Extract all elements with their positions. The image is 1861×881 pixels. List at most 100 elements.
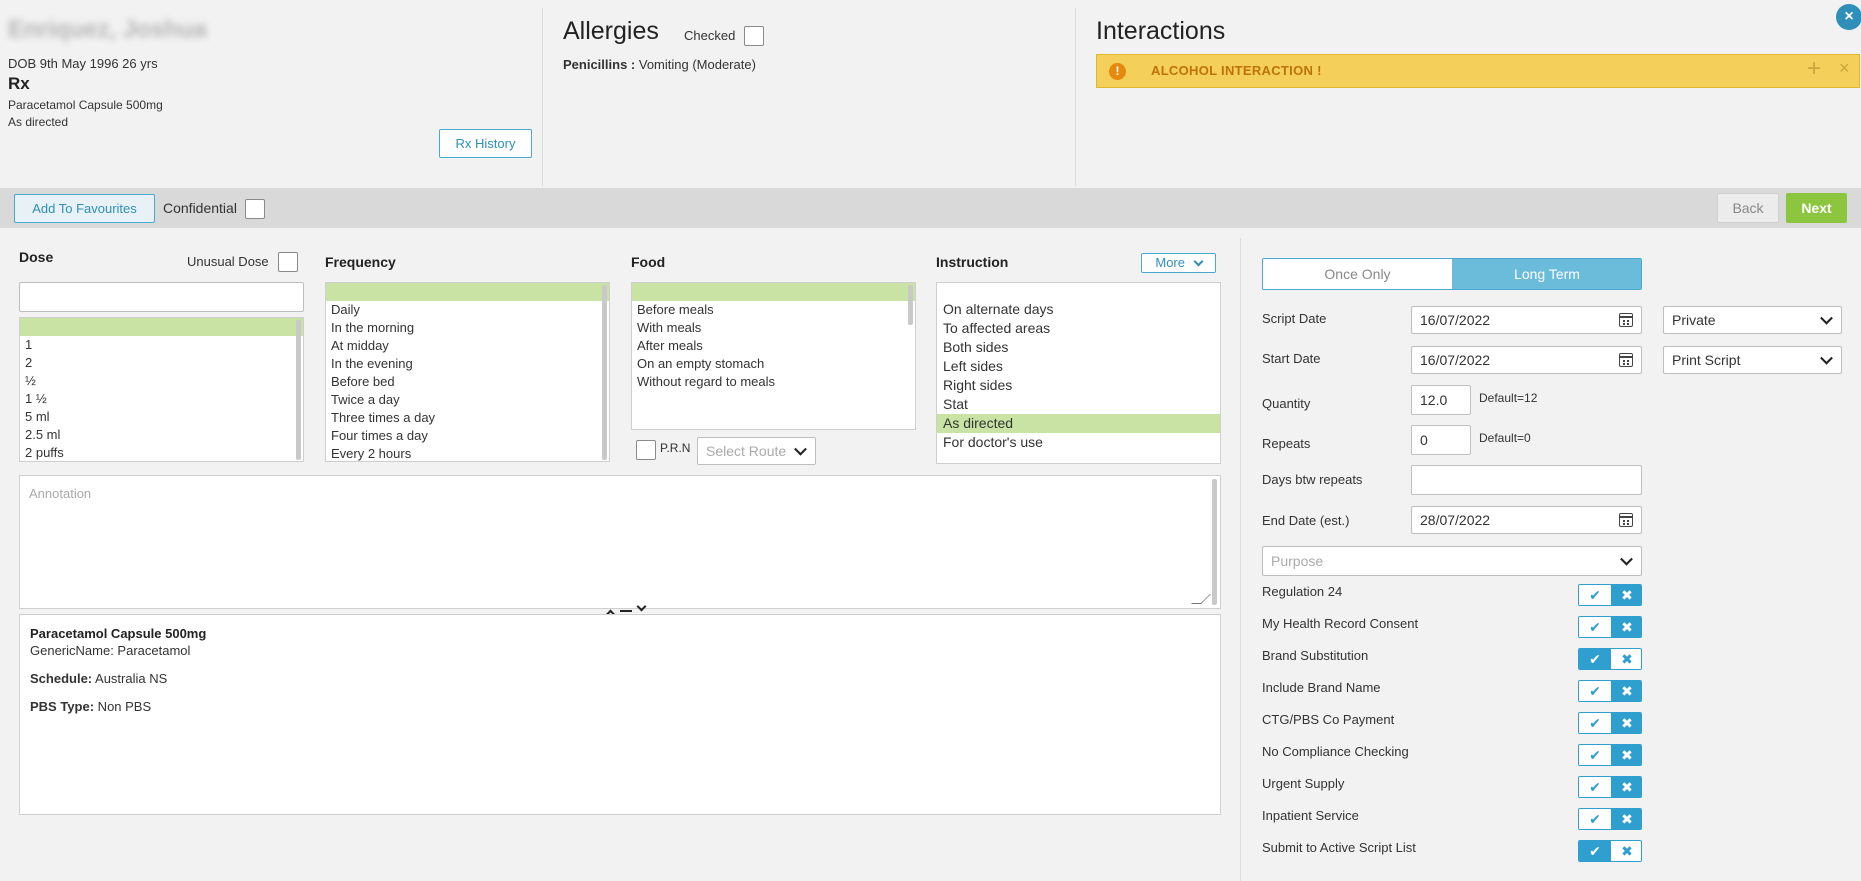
private-select[interactable]: Private <box>1663 306 1842 334</box>
rx-history-button[interactable]: Rx History <box>439 129 532 158</box>
x-icon[interactable]: ✖ <box>1611 617 1641 637</box>
list-item[interactable] <box>20 318 303 336</box>
toggle-switch[interactable]: ✔ ✖ <box>1578 712 1642 734</box>
duration-toggle[interactable]: Once Only Long Term <box>1262 258 1642 290</box>
once-only-option[interactable]: Once Only <box>1263 259 1452 289</box>
toggle-switch[interactable]: ✔ ✖ <box>1578 616 1642 638</box>
list-item[interactable]: 5 ml <box>20 408 303 426</box>
allergies-checked-checkbox[interactable] <box>744 26 764 46</box>
print-script-select[interactable]: Print Script <box>1663 346 1842 374</box>
scrollbar[interactable] <box>602 285 607 460</box>
calendar-icon[interactable] <box>1619 353 1633 367</box>
x-icon[interactable]: ✖ <box>1611 713 1641 733</box>
list-item[interactable]: Right sides <box>937 376 1220 395</box>
toggle-switch[interactable]: ✔ ✖ <box>1578 584 1642 606</box>
x-icon[interactable]: ✖ <box>1611 745 1641 765</box>
list-item[interactable]: Before meals <box>632 301 915 319</box>
list-item[interactable]: In the evening <box>326 355 609 373</box>
list-item[interactable]: Four times a day <box>326 427 609 445</box>
check-icon[interactable]: ✔ <box>1579 649 1611 669</box>
x-icon[interactable]: ✖ <box>1611 681 1641 701</box>
list-item[interactable]: At midday <box>326 337 609 355</box>
repeats-input[interactable]: 0 <box>1411 425 1471 455</box>
resize-handle-icon[interactable] <box>1191 594 1211 604</box>
list-item[interactable]: Both sides <box>937 338 1220 357</box>
list-item[interactable]: Twice a day <box>326 391 609 409</box>
list-item[interactable]: Every 2 hours <box>326 445 609 461</box>
list-item[interactable]: To affected areas <box>937 319 1220 338</box>
prn-checkbox[interactable] <box>636 440 656 460</box>
list-item[interactable]: With meals <box>632 319 915 337</box>
list-item[interactable]: 2 <box>20 354 303 372</box>
long-term-option[interactable]: Long Term <box>1452 259 1641 289</box>
purpose-select[interactable]: Purpose <box>1262 546 1642 576</box>
x-icon[interactable]: ✖ <box>1611 585 1641 605</box>
list-item[interactable]: 1 <box>20 336 303 354</box>
script-date-input[interactable]: 16/07/2022 <box>1411 306 1642 334</box>
days-btw-repeats-input[interactable] <box>1411 465 1642 495</box>
list-item[interactable]: Before bed <box>326 373 609 391</box>
scrollbar[interactable] <box>296 320 301 460</box>
close-icon[interactable]: × <box>1836 4 1861 30</box>
check-icon[interactable]: ✔ <box>1579 809 1611 829</box>
list-item[interactable]: Left sides <box>937 357 1220 376</box>
list-item[interactable]: In the morning <box>326 319 609 337</box>
x-icon[interactable]: ✖ <box>1611 841 1641 861</box>
start-date-input[interactable]: 16/07/2022 <box>1411 346 1642 374</box>
check-icon[interactable]: ✔ <box>1579 585 1611 605</box>
toggle-switch[interactable]: ✔ ✖ <box>1578 744 1642 766</box>
list-item[interactable]: Without regard to meals <box>632 373 915 391</box>
check-icon[interactable]: ✔ <box>1579 777 1611 797</box>
food-list[interactable]: Before meals With meals After meals On a… <box>631 282 916 430</box>
list-item[interactable]: ½ <box>20 372 303 390</box>
list-item[interactable]: Daily <box>326 301 609 319</box>
list-item[interactable]: On alternate days <box>937 300 1220 319</box>
x-icon[interactable]: ✖ <box>1611 777 1641 797</box>
dose-input[interactable] <box>19 282 304 312</box>
dose-list[interactable]: 1 2 ½ 1 ½ 5 ml 2.5 ml 2 puffs <box>19 317 304 462</box>
list-item[interactable] <box>937 283 1220 300</box>
list-item[interactable]: Three times a day <box>326 409 609 427</box>
more-button[interactable]: More <box>1141 253 1216 273</box>
toggle-switch[interactable]: ✔ ✖ <box>1578 648 1642 670</box>
instruction-list[interactable]: On alternate days To affected areas Both… <box>936 282 1221 464</box>
toggle-switch[interactable]: ✔ ✖ <box>1578 680 1642 702</box>
back-button[interactable]: Back <box>1717 193 1779 223</box>
route-select[interactable]: Select Route <box>697 437 816 465</box>
calendar-icon[interactable] <box>1619 313 1633 327</box>
calendar-icon[interactable] <box>1619 513 1633 527</box>
list-item[interactable]: Stat <box>937 395 1220 414</box>
list-item[interactable]: 1 ½ <box>20 390 303 408</box>
close-icon[interactable]: × <box>1839 58 1850 79</box>
check-icon[interactable]: ✔ <box>1579 841 1611 861</box>
list-item[interactable]: After meals <box>632 337 915 355</box>
frequency-list[interactable]: Daily In the morning At midday In the ev… <box>325 282 610 462</box>
check-icon[interactable]: ✔ <box>1579 681 1611 701</box>
list-item[interactable]: 2.5 ml <box>20 426 303 444</box>
list-item[interactable]: 2 puffs <box>20 444 303 461</box>
end-date-input[interactable]: 28/07/2022 <box>1411 506 1642 534</box>
unusual-dose-checkbox[interactable] <box>278 252 298 272</box>
annotation-textarea[interactable]: Annotation <box>19 475 1221 609</box>
scrollbar[interactable] <box>908 285 913 325</box>
list-item[interactable]: On an empty stomach <box>632 355 915 373</box>
scrollbar[interactable] <box>1212 479 1217 605</box>
x-icon[interactable]: ✖ <box>1611 809 1641 829</box>
check-icon[interactable]: ✔ <box>1579 617 1611 637</box>
interaction-alert[interactable]: ! ALCOHOL INTERACTION ! + × <box>1096 54 1860 88</box>
toggle-switch[interactable]: ✔ ✖ <box>1578 808 1642 830</box>
list-item[interactable]: As directed <box>937 414 1220 433</box>
next-button[interactable]: Next <box>1786 193 1847 223</box>
add-to-favourites-button[interactable]: Add To Favourites <box>14 194 155 223</box>
toggle-switch[interactable]: ✔ ✖ <box>1578 776 1642 798</box>
list-item[interactable]: For doctor's use <box>937 433 1220 452</box>
quantity-input[interactable]: 12.0 <box>1411 385 1471 415</box>
check-icon[interactable]: ✔ <box>1579 745 1611 765</box>
x-icon[interactable]: ✖ <box>1611 649 1641 669</box>
toggle-switch[interactable]: ✔ ✖ <box>1578 840 1642 862</box>
plus-icon[interactable]: + <box>1807 55 1821 83</box>
check-icon[interactable]: ✔ <box>1579 713 1611 733</box>
list-item[interactable] <box>326 283 609 301</box>
confidential-checkbox[interactable] <box>245 199 265 219</box>
list-item[interactable] <box>632 283 915 301</box>
